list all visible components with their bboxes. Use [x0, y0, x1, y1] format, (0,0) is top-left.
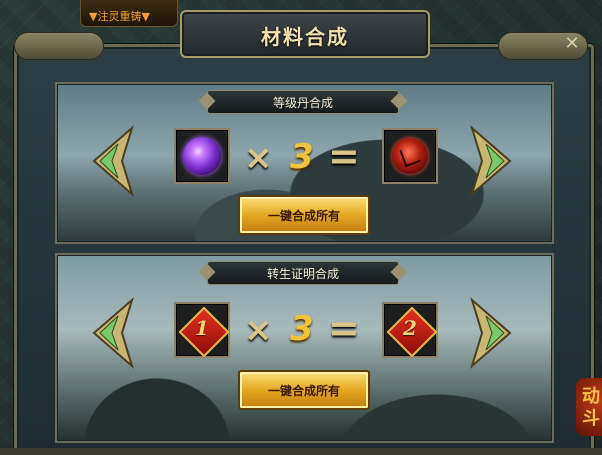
section-title: 等级丹合成: [272, 96, 333, 110]
section-banner: 等级丹合成: [207, 90, 399, 114]
equals-sign: =: [328, 134, 360, 178]
prev-arrow-icon[interactable]: [88, 296, 134, 370]
button-label: 一键合成所有: [267, 209, 340, 223]
next-arrow-icon[interactable]: [470, 124, 516, 198]
section-title: 转生证明合成: [266, 267, 339, 281]
equals-sign: =: [328, 306, 360, 350]
close-button[interactable]: ✕: [560, 34, 584, 54]
section-banner: 转生证明合成: [207, 261, 399, 285]
required-count: 3: [290, 137, 314, 177]
side-event-badge[interactable]: 动 斗: [576, 378, 602, 436]
prev-arrow-icon[interactable]: [88, 124, 134, 198]
red-orb-icon: [392, 138, 428, 174]
input-slot-rebirth-proof[interactable]: 1: [174, 302, 230, 358]
required-count: 3: [290, 309, 314, 349]
side-badge-text: 动 斗: [582, 386, 600, 429]
frame-ornament-left: [14, 32, 104, 60]
input-slot-level-pill[interactable]: [174, 128, 230, 184]
synthesize-all-button[interactable]: 一键合成所有: [238, 195, 370, 235]
output-slot-rebirth-proof[interactable]: 2: [382, 302, 438, 358]
top-tab-reforge[interactable]: ▼注灵重铸▼: [80, 0, 178, 27]
multiply-sign: ×: [244, 310, 273, 350]
multiply-sign: ×: [244, 138, 273, 178]
output-slot-level-pill[interactable]: [382, 128, 438, 184]
purple-orb-icon: [183, 137, 221, 175]
synthesize-all-button[interactable]: 一键合成所有: [238, 370, 370, 410]
window-title: 材料合成: [261, 25, 349, 49]
button-label: 一键合成所有: [267, 384, 340, 398]
top-tab-label: ▼注灵重铸▼: [89, 10, 150, 23]
medal-level-2: 2: [403, 316, 417, 340]
bottom-bar: [0, 448, 602, 455]
next-arrow-icon[interactable]: [470, 296, 516, 370]
medal-level-1: 1: [195, 316, 209, 340]
title-banner: 材料合成: [180, 10, 430, 58]
